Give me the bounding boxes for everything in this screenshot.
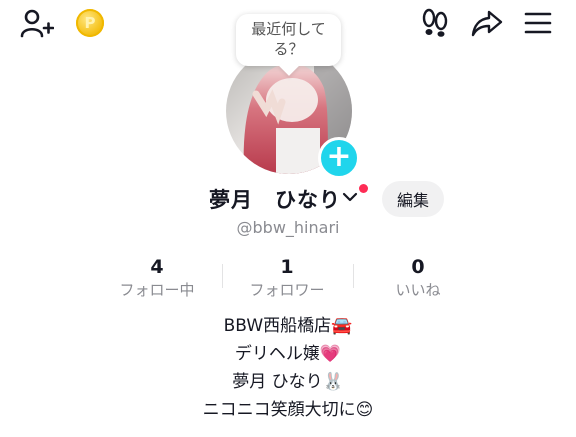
chevron-down-icon[interactable]: [342, 190, 358, 204]
stat-following[interactable]: 4 フォロー中: [97, 256, 217, 301]
likes-count: 0: [411, 256, 425, 278]
followers-count: 1: [280, 256, 294, 278]
bio-line: BBW西船橋店🚘: [223, 316, 353, 336]
menu-icon[interactable]: [524, 11, 552, 35]
display-name: 夢月 ひなり: [209, 188, 341, 212]
following-label: フォロー中: [119, 281, 195, 299]
username: @bbw_hinari: [236, 218, 340, 237]
footprint-icon[interactable]: [420, 8, 450, 38]
stat-likes[interactable]: 0 いいね: [358, 256, 478, 301]
add-user-icon[interactable]: [20, 8, 54, 38]
bio: BBW西船橋店🚘 デリヘル嬢💗 夢月 ひなり🐰 ニコニコ笑顔大切に😊: [0, 312, 576, 424]
share-icon[interactable]: [470, 8, 504, 38]
bio-line: 夢月 ひなり🐰: [232, 372, 344, 392]
followers-label: フォロワー: [249, 281, 325, 299]
stat-followers[interactable]: 1 フォロワー: [227, 256, 347, 301]
divider: [353, 264, 354, 288]
notification-dot: [359, 184, 368, 193]
plus-icon: +: [326, 139, 352, 174]
coin-letter: P: [84, 14, 96, 32]
status-bubble[interactable]: 最近何して る？: [236, 14, 341, 66]
following-count: 4: [150, 256, 164, 278]
divider: [222, 264, 223, 288]
status-bubble-text: 最近何して る？: [251, 20, 326, 58]
add-story-button[interactable]: +: [318, 137, 360, 179]
likes-label: いいね: [395, 281, 441, 299]
edit-profile-button[interactable]: 編集: [382, 181, 444, 217]
bio-line: ニコニコ笑顔大切に😊: [202, 400, 374, 420]
coin-icon[interactable]: P: [76, 9, 104, 37]
bio-line: デリヘル嬢💗: [234, 344, 342, 364]
